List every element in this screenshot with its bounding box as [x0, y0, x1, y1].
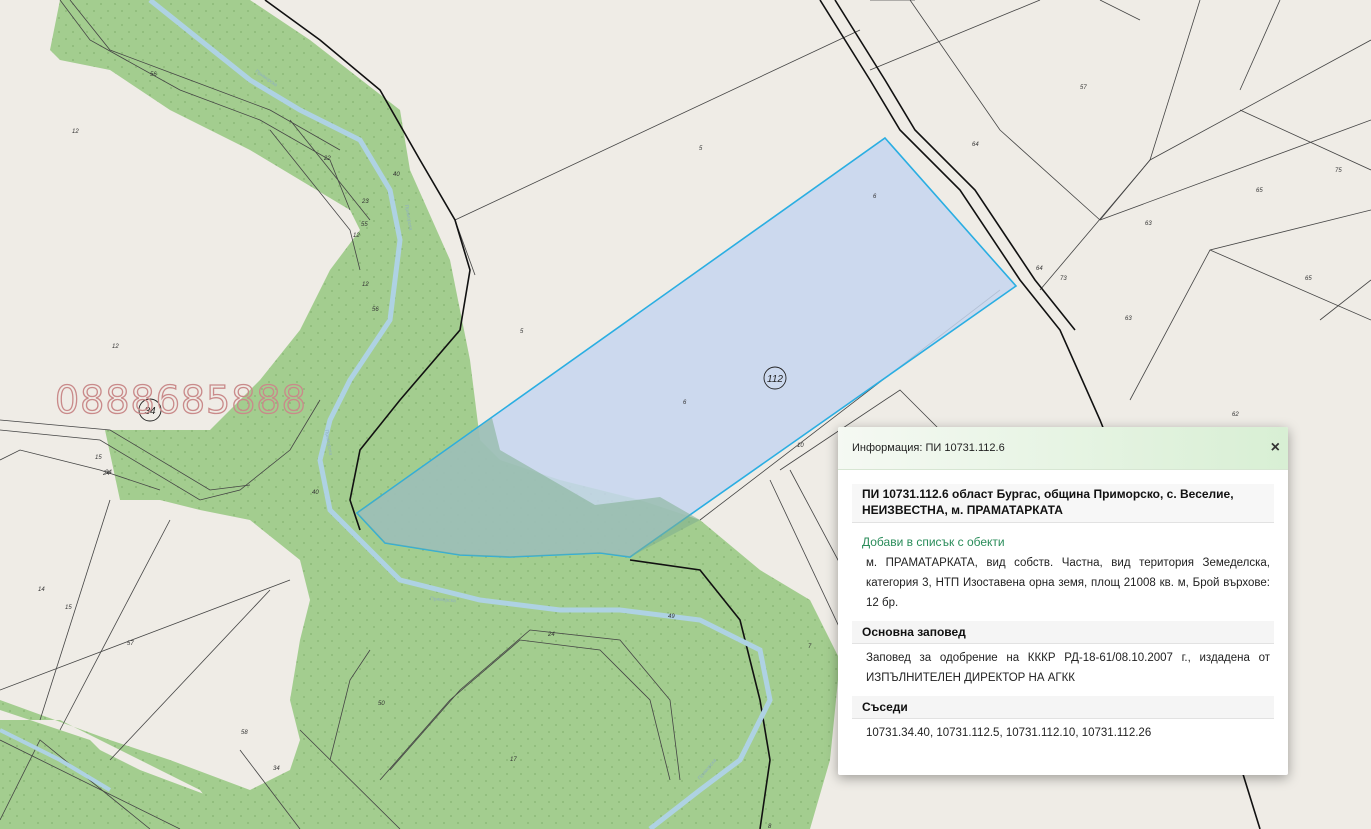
add-to-list-link[interactable]: Добави в списък с обекти: [862, 535, 1264, 549]
panel-body: ПИ 10731.112.6 област Бургас, община При…: [838, 470, 1288, 747]
svg-text:57: 57: [1080, 85, 1087, 91]
neighbors-text: 10731.34.40, 10731.112.5, 10731.112.10, …: [866, 727, 1152, 739]
info-panel: Информация: ПИ 10731.112.6 × ПИ 10731.11…: [838, 427, 1288, 775]
svg-text:22: 22: [323, 156, 331, 162]
svg-text:12: 12: [112, 344, 119, 350]
svg-text:12: 12: [362, 282, 369, 288]
svg-text:34: 34: [273, 766, 280, 772]
svg-text:12: 12: [353, 233, 360, 239]
svg-text:56: 56: [150, 72, 157, 78]
svg-text:64: 64: [972, 142, 979, 148]
svg-text:12: 12: [72, 129, 79, 135]
panel-header: Информация: ПИ 10731.112.6 ×: [838, 427, 1288, 470]
svg-text:23: 23: [361, 199, 369, 205]
neighbors-heading: Съседи: [852, 696, 1274, 719]
svg-text:10: 10: [797, 443, 804, 449]
svg-text:64: 64: [1036, 266, 1043, 272]
close-icon[interactable]: ×: [1271, 440, 1280, 456]
svg-text:58: 58: [241, 730, 248, 736]
svg-text:65: 65: [1256, 188, 1263, 194]
svg-text:63: 63: [1125, 316, 1132, 322]
svg-text:17: 17: [510, 757, 517, 763]
svg-text:63: 63: [1145, 221, 1152, 227]
svg-text:57: 57: [127, 641, 134, 647]
svg-text:15: 15: [65, 605, 72, 611]
svg-text:40: 40: [312, 490, 319, 496]
order-heading: Основна заповед: [852, 621, 1274, 644]
svg-text:73: 73: [1060, 276, 1067, 282]
svg-text:24: 24: [102, 471, 110, 477]
svg-text:14: 14: [38, 587, 45, 593]
svg-text:75: 75: [1335, 168, 1342, 174]
order-text: Заповед за одобрение на КККР РД-18-61/08…: [866, 652, 1270, 684]
panel-title: Информация: ПИ 10731.112.6: [852, 442, 1005, 454]
svg-text:62: 62: [1232, 412, 1239, 418]
svg-text:40: 40: [393, 172, 400, 178]
svg-text:24: 24: [547, 632, 555, 638]
svg-text:50: 50: [378, 701, 385, 707]
svg-text:55: 55: [361, 222, 368, 228]
phone-watermark: 0888685888: [55, 378, 307, 422]
svg-text:49: 49: [668, 614, 675, 620]
parcel-number-label: 112: [767, 374, 783, 385]
parcel-description: м. ПРАМАТАРКАТА, вид собств. Частна, вид…: [866, 557, 1270, 609]
parcel-heading: ПИ 10731.112.6 област Бургас, община При…: [852, 484, 1274, 523]
svg-text:65: 65: [1305, 276, 1312, 282]
svg-text:56: 56: [372, 307, 379, 313]
svg-text:15: 15: [95, 455, 102, 461]
